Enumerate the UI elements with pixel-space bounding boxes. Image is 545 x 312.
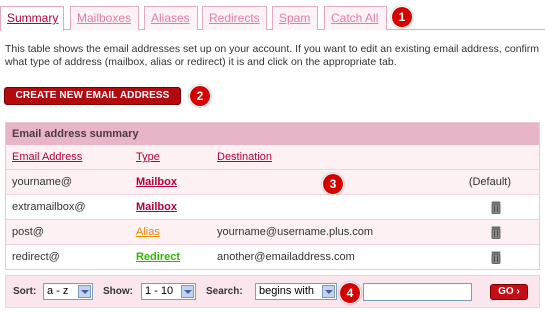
tab-bar: Summary Mailboxes Aliases Redirects Spam…: [0, 4, 545, 31]
type-link-mailbox[interactable]: Mailbox: [136, 195, 177, 220]
go-button[interactable]: GO ›: [490, 284, 528, 300]
type-link-alias[interactable]: Alias: [136, 220, 160, 245]
type-link-mailbox[interactable]: Mailbox: [136, 170, 177, 195]
show-select[interactable]: 1 - 10: [141, 283, 196, 300]
tab-spam[interactable]: Spam: [272, 6, 318, 30]
column-header-email[interactable]: Email Address: [12, 145, 82, 169]
destination-cell: another@emailaddress.com: [217, 251, 355, 263]
callout-badge-3: 3: [323, 174, 343, 194]
trash-icon[interactable]: [491, 201, 501, 214]
email-address-cell: extramailbox@: [12, 201, 86, 213]
sort-select-value: a - z: [47, 285, 69, 297]
callout-badge-1: 1: [392, 7, 412, 27]
intro-text: This table shows the email addresses set…: [5, 43, 540, 68]
go-label: GO: [498, 286, 514, 297]
tab-summary[interactable]: Summary: [0, 6, 64, 31]
sort-label: Sort:: [13, 286, 37, 297]
callout-badge-4: 4: [340, 283, 360, 303]
email-address-cell: yourname@: [12, 176, 73, 188]
tab-mailboxes[interactable]: Mailboxes: [70, 6, 139, 30]
table-header-row: Email Address Type Destination: [6, 145, 539, 169]
callout-badge-2: 2: [190, 86, 210, 106]
default-status: (Default): [468, 176, 511, 188]
email-address-summary-table: Email address summary Email Address Type…: [5, 122, 540, 270]
sort-select[interactable]: a - z: [43, 283, 93, 300]
email-address-cell: redirect@: [12, 251, 60, 263]
show-label: Show:: [103, 286, 133, 297]
tab-catch-all[interactable]: Catch All: [324, 6, 387, 30]
create-new-email-address-button[interactable]: CREATE NEW EMAIL ADDRESS: [4, 87, 181, 105]
search-label: Search:: [206, 286, 243, 297]
trash-icon[interactable]: [491, 226, 501, 239]
table-row: post@ Alias yourname@username.plus.com: [6, 219, 539, 244]
table-row: yourname@ Mailbox (Default): [6, 169, 539, 194]
destination-cell: yourname@username.plus.com: [217, 226, 374, 238]
type-link-redirect[interactable]: Redirect: [136, 245, 180, 270]
table-controls-bar: Sort: a - z Show: 1 - 10 Search: begins …: [5, 275, 540, 308]
trash-icon[interactable]: [491, 251, 501, 264]
chevron-down-icon: [78, 285, 91, 298]
table-row: redirect@ Redirect another@emailaddress.…: [6, 244, 539, 269]
search-mode-value: begins with: [259, 285, 315, 297]
column-header-destination[interactable]: Destination: [217, 145, 272, 169]
show-select-value: 1 - 10: [145, 285, 174, 297]
chevron-down-icon: [322, 285, 335, 298]
search-input[interactable]: [363, 283, 472, 301]
tab-redirects[interactable]: Redirects: [202, 6, 267, 30]
table-row: extramailbox@ Mailbox: [6, 194, 539, 219]
search-mode-select[interactable]: begins with: [255, 283, 337, 300]
email-address-cell: post@: [12, 226, 44, 238]
tab-aliases[interactable]: Aliases: [144, 6, 198, 30]
chevron-down-icon: [181, 285, 194, 298]
table-title: Email address summary: [6, 123, 539, 145]
column-header-type[interactable]: Type: [136, 145, 160, 169]
